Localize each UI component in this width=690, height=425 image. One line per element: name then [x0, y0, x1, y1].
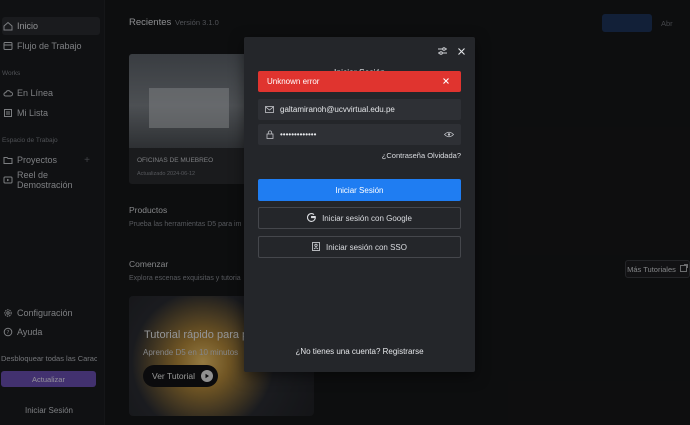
id-card-icon — [312, 241, 320, 253]
error-banner: Unknown error — [258, 71, 461, 92]
password-input[interactable] — [280, 130, 440, 139]
google-icon — [307, 212, 316, 224]
sso-login-label: Iniciar sesión con SSO — [326, 242, 407, 252]
google-login-label: Iniciar sesión con Google — [322, 213, 412, 223]
email-input[interactable] — [280, 105, 440, 114]
forgot-password-link[interactable]: ¿Contraseña Olvidada? — [382, 151, 461, 160]
login-modal: Iniciar Sesión Unknown error ¿Contraseña… — [244, 37, 475, 372]
error-message: Unknown error — [267, 77, 320, 86]
close-icon[interactable] — [455, 45, 467, 57]
sso-login-button[interactable]: Iniciar sesión con SSO — [258, 236, 461, 258]
error-close-icon[interactable] — [441, 76, 451, 86]
mail-icon — [265, 105, 274, 114]
email-field[interactable] — [258, 99, 461, 120]
login-button[interactable]: Iniciar Sesión — [258, 179, 461, 201]
signup-link[interactable]: ¿No tienes una cuenta? Registrarse — [244, 347, 475, 356]
show-password-icon[interactable] — [444, 130, 454, 139]
sliders-icon[interactable] — [436, 45, 448, 57]
password-field[interactable] — [258, 124, 461, 145]
lock-icon — [265, 130, 274, 139]
google-login-button[interactable]: Iniciar sesión con Google — [258, 207, 461, 229]
